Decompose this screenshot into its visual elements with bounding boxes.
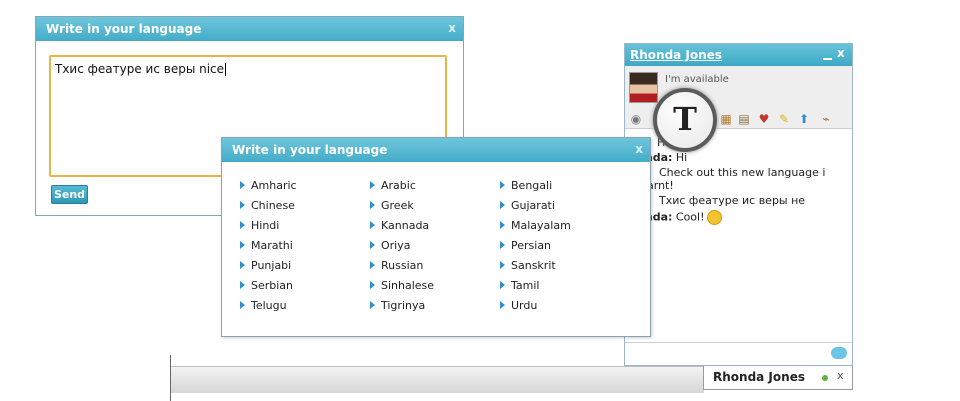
language-label: Telugu: [251, 299, 287, 312]
arrow-right-icon: [370, 181, 375, 189]
language-link[interactable]: Chinese: [240, 199, 295, 212]
language-label: Sanskrit: [511, 259, 556, 272]
dialog-header: Write in your language x: [36, 17, 463, 41]
chat-message: arnt!: [647, 179, 674, 192]
arrow-right-icon: [240, 181, 245, 189]
language-link[interactable]: Arabic: [370, 179, 416, 192]
smiley-icon: [706, 210, 722, 225]
avatar: [629, 72, 658, 103]
webcam-icon[interactable]: ◉: [629, 112, 643, 126]
arrow-right-icon: [370, 241, 375, 249]
arrow-right-icon: [370, 201, 375, 209]
language-label: Hindi: [251, 219, 280, 232]
arrow-right-icon: [500, 241, 505, 249]
language-label: Amharic: [251, 179, 297, 192]
chat-window: Rhonda Jones x I'm available ◉ ▦ ▤ ♥ ✎ ⬆…: [621, 43, 853, 366]
taskbar-chat-tab[interactable]: Rhonda Jones x: [703, 364, 853, 390]
language-link[interactable]: Urdu: [500, 299, 537, 312]
arrow-right-icon: [240, 281, 245, 289]
language-label: Greek: [381, 199, 414, 212]
language-link[interactable]: Hindi: [240, 219, 279, 232]
language-link[interactable]: Kannada: [370, 219, 429, 232]
arrow-right-icon: [240, 261, 245, 269]
arrow-right-icon: [240, 201, 245, 209]
language-link[interactable]: Punjabi: [240, 259, 291, 272]
arrow-right-icon: [500, 221, 505, 229]
language-label: Malayalam: [511, 219, 571, 232]
arrow-right-icon: [240, 301, 245, 309]
language-link[interactable]: Malayalam: [500, 219, 571, 232]
arrow-right-icon: [500, 261, 505, 269]
arrow-right-icon: [370, 281, 375, 289]
arrow-right-icon: [370, 261, 375, 269]
arrow-right-icon: [240, 241, 245, 249]
calendar-icon[interactable]: ▦: [719, 112, 733, 126]
language-label: Urdu: [511, 299, 538, 312]
language-link[interactable]: Sinhalese: [370, 279, 434, 292]
language-label: Russian: [381, 259, 424, 272]
language-label: Gujarati: [511, 199, 555, 212]
language-link[interactable]: Tigrinya: [370, 299, 425, 312]
chat-message: Check out this new language i: [659, 166, 826, 179]
language-label: Chinese: [251, 199, 295, 212]
textarea-value: Тхис феатуре ис веры nice: [55, 62, 225, 76]
language-link[interactable]: Telugu: [240, 299, 287, 312]
language-link[interactable]: Marathi: [240, 239, 293, 252]
send-button[interactable]: Send: [51, 185, 88, 204]
language-label: Persian: [511, 239, 552, 252]
chat-header: Rhonda Jones x: [625, 44, 852, 66]
language-label: Marathi: [251, 239, 293, 252]
language-link[interactable]: Sanskrit: [500, 259, 556, 272]
language-link[interactable]: Greek: [370, 199, 414, 212]
transliterate-letter: T: [673, 100, 697, 138]
chat-message: Тхис феатуре ис веры не: [659, 194, 806, 207]
language-picker-dialog: Write in your language x Amharic Arabic Be…: [221, 137, 651, 337]
language-link[interactable]: Russian: [370, 259, 423, 272]
language-link[interactable]: Tamil: [500, 279, 539, 292]
notes-icon[interactable]: ▤: [737, 112, 751, 126]
dialog-title: Write in your language: [46, 22, 202, 36]
dialog-title: Write in your language: [232, 143, 388, 157]
cards-icon[interactable]: ♥: [757, 112, 771, 126]
arrow-right-icon: [370, 301, 375, 309]
language-link[interactable]: Amharic: [240, 179, 297, 192]
language-link[interactable]: Persian: [500, 239, 551, 252]
chat-contact-name[interactable]: Rhonda Jones: [630, 48, 722, 62]
arrow-right-icon: [240, 221, 245, 229]
arrow-right-icon: [370, 221, 375, 229]
language-label: Tigrinya: [381, 299, 426, 312]
status-text: I'm available: [665, 74, 729, 85]
transliterate-icon[interactable]: T: [653, 88, 717, 152]
pencil-icon[interactable]: ✎: [777, 112, 791, 126]
dialog-close-icon[interactable]: x: [448, 21, 456, 35]
language-link[interactable]: Gujarati: [500, 199, 555, 212]
arrow-right-icon: [500, 301, 505, 309]
language-label: Kannada: [381, 219, 430, 232]
language-label: Serbian: [251, 279, 294, 292]
tab-contact-name: Rhonda Jones: [713, 370, 805, 384]
language-link[interactable]: Bengali: [500, 179, 552, 192]
dialog-close-icon[interactable]: x: [635, 142, 643, 156]
arrow-right-icon: [500, 201, 505, 209]
language-link[interactable]: Serbian: [240, 279, 293, 292]
arrow-right-icon: [500, 181, 505, 189]
language-label: Tamil: [511, 279, 540, 292]
language-label: Oriya: [381, 239, 411, 252]
language-link[interactable]: Oriya: [370, 239, 411, 252]
chat-taskbar: [171, 366, 704, 393]
online-status-icon: [822, 375, 828, 381]
upload-icon[interactable]: ⬆: [797, 112, 811, 126]
arrow-right-icon: [500, 281, 505, 289]
language-label: Arabic: [381, 179, 416, 192]
broom-icon[interactable]: ⌁: [819, 112, 833, 126]
dialog-header: Write in your language x: [222, 138, 650, 162]
minimize-icon[interactable]: [823, 58, 832, 60]
chat-bubble-icon[interactable]: [831, 347, 847, 359]
input-divider: [625, 342, 852, 343]
language-label: Sinhalese: [381, 279, 435, 292]
tab-close-icon[interactable]: x: [837, 369, 844, 382]
language-label: Bengali: [511, 179, 553, 192]
chat-close-icon[interactable]: x: [837, 46, 845, 60]
language-label: Punjabi: [251, 259, 292, 272]
